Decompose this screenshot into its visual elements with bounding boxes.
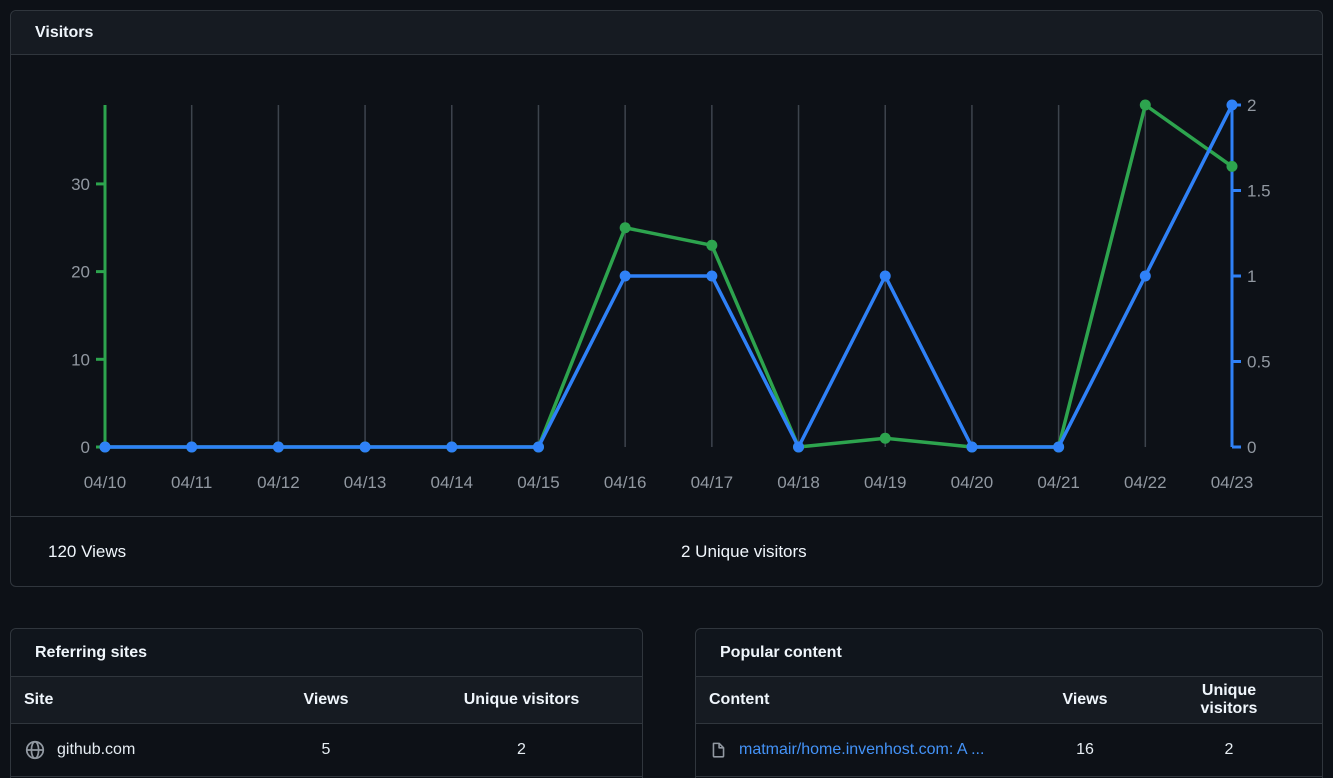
unique-visitors-column-header: Unique visitors bbox=[426, 677, 642, 723]
svg-text:2: 2 bbox=[1247, 96, 1256, 115]
svg-text:04/17: 04/17 bbox=[691, 473, 734, 492]
referring-sites-table: Site Views Unique visitors gi bbox=[11, 677, 642, 777]
content-column-header: Content bbox=[696, 677, 986, 723]
svg-text:04/18: 04/18 bbox=[777, 473, 820, 492]
content-link[interactable]: matmair/home.invenhost.com: A ... bbox=[739, 741, 984, 759]
referring-sites-panel: Referring sites Site Views Unique visito… bbox=[10, 628, 643, 778]
unique-visitors-total: 2 Unique visitors bbox=[681, 542, 807, 562]
unique-visitors-column-header: Unique visitors bbox=[1184, 677, 1322, 723]
content-views: 16 bbox=[986, 723, 1184, 776]
svg-text:04/20: 04/20 bbox=[951, 473, 994, 492]
site-unique-visitors: 2 bbox=[426, 723, 642, 776]
traffic-tables-row: Referring sites Site Views Unique visito… bbox=[10, 628, 1323, 778]
svg-text:10: 10 bbox=[71, 350, 90, 369]
table-header-row: Site Views Unique visitors bbox=[11, 677, 642, 723]
svg-text:1.5: 1.5 bbox=[1247, 182, 1271, 201]
svg-text:04/13: 04/13 bbox=[344, 473, 387, 492]
svg-text:20: 20 bbox=[71, 263, 90, 282]
popular-content-panel: Popular content Content Views Unique vis… bbox=[695, 628, 1323, 778]
svg-text:04/12: 04/12 bbox=[257, 473, 300, 492]
table-row: github.com 5 2 bbox=[11, 723, 642, 776]
content-unique-visitors: 2 bbox=[1184, 723, 1322, 776]
svg-text:04/22: 04/22 bbox=[1124, 473, 1167, 492]
visitors-title: Visitors bbox=[35, 24, 93, 42]
svg-text:04/11: 04/11 bbox=[171, 473, 212, 492]
svg-text:04/15: 04/15 bbox=[517, 473, 560, 492]
svg-text:04/19: 04/19 bbox=[864, 473, 907, 492]
svg-text:1: 1 bbox=[1247, 267, 1256, 286]
svg-text:0: 0 bbox=[1247, 438, 1256, 457]
views-column-header: Views bbox=[226, 677, 426, 723]
table-header-row: Content Views Unique visitors bbox=[696, 677, 1322, 723]
views-total: 120 Views bbox=[48, 542, 126, 562]
visitors-panel-header: Visitors bbox=[11, 11, 1322, 55]
site-views: 5 bbox=[226, 723, 426, 776]
svg-text:0: 0 bbox=[81, 438, 90, 457]
visitors-chart-area: 0 10 20 30 0 0.5 1 1.5 2 04/10 04/11 04/12 04/13 04/1… bbox=[11, 55, 1322, 516]
svg-text:04/10: 04/10 bbox=[84, 473, 127, 492]
views-column-header: Views bbox=[986, 677, 1184, 723]
site-name: github.com bbox=[57, 741, 135, 759]
referring-sites-title: Referring sites bbox=[11, 629, 642, 677]
svg-text:04/14: 04/14 bbox=[430, 473, 473, 492]
svg-text:04/23: 04/23 bbox=[1211, 473, 1254, 492]
table-row: matmair/home.invenhost.com: A ... 16 2 bbox=[696, 723, 1322, 776]
svg-text:30: 30 bbox=[71, 175, 90, 194]
svg-text:0.5: 0.5 bbox=[1247, 353, 1271, 372]
popular-content-title: Popular content bbox=[696, 629, 1322, 677]
svg-text:04/21: 04/21 bbox=[1037, 473, 1080, 492]
popular-content-table: Content Views Unique visitors matmair/ho… bbox=[696, 677, 1322, 777]
globe-icon bbox=[25, 740, 45, 760]
svg-text:04/16: 04/16 bbox=[604, 473, 647, 492]
chart-footer: 120 Views 2 Unique visitors bbox=[11, 516, 1322, 586]
visitors-panel: Visitors 0 10 20 30 0 0.5 1 1.5 2 04/10 04/11 04/12… bbox=[10, 10, 1323, 587]
site-column-header: Site bbox=[11, 677, 226, 723]
visitors-chart[interactable]: 0 10 20 30 0 0.5 1 1.5 2 04/10 04/11 04/12 04/13 04/1… bbox=[11, 55, 1322, 516]
file-icon bbox=[710, 740, 727, 760]
